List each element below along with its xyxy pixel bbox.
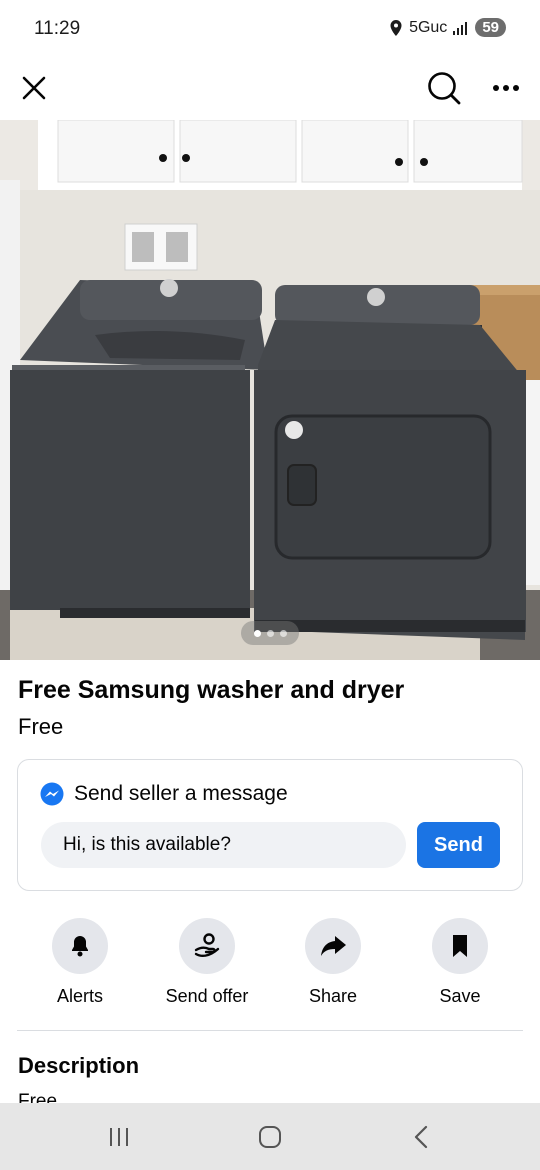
listing-photo[interactable]	[0, 120, 540, 660]
bookmark-icon	[453, 935, 467, 957]
message-card-title: Send seller a message	[74, 782, 288, 805]
close-button[interactable]	[10, 64, 58, 112]
message-input-value: Hi, is this available?	[63, 834, 231, 855]
listing-actions: Alerts Send offer Share Save	[0, 918, 540, 1018]
description-heading: Description	[18, 1053, 140, 1078]
signal-icon	[453, 21, 468, 35]
alerts-icon-circle	[52, 918, 108, 974]
washer-dryer-photo	[0, 120, 540, 660]
send-offer-icon-circle	[179, 918, 235, 974]
more-horizontal-icon	[493, 85, 519, 91]
section-divider	[17, 1030, 523, 1031]
more-options-button[interactable]	[482, 64, 530, 112]
offer-hand-icon	[194, 933, 220, 958]
message-card-header: Send seller a message	[40, 782, 288, 806]
search-button[interactable]	[420, 64, 468, 112]
home-button[interactable]	[250, 1121, 290, 1153]
description-body: Free	[18, 1091, 58, 1103]
top-nav	[0, 60, 540, 118]
battery-indicator: 59	[475, 18, 506, 37]
back-icon	[414, 1125, 428, 1149]
status-bar: 11:29 5Guc 59	[0, 0, 540, 60]
battery-level: 59	[482, 19, 499, 36]
send-button[interactable]: Send	[417, 822, 500, 868]
bell-icon	[72, 936, 88, 957]
carousel-dot	[279, 629, 287, 637]
message-seller-card: Send seller a message Hi, is this availa…	[17, 759, 523, 891]
status-indicators: 5Guc 59	[389, 18, 506, 37]
recent-apps-button[interactable]	[99, 1121, 139, 1153]
save-label: Save	[439, 986, 481, 1006]
listing-price: Free	[18, 714, 64, 739]
send-offer-button[interactable]: Send offer	[147, 918, 267, 1007]
home-icon	[259, 1126, 281, 1148]
share-label: Share	[308, 986, 358, 1006]
messenger-icon	[40, 782, 64, 806]
listing-title: Free Samsung washer and dryer	[18, 676, 405, 704]
message-input[interactable]: Hi, is this available?	[41, 822, 406, 868]
alerts-label: Alerts	[56, 986, 103, 1006]
search-icon	[428, 72, 461, 105]
share-icon-circle	[305, 918, 361, 974]
back-button[interactable]	[401, 1121, 441, 1153]
save-icon-circle	[432, 918, 488, 974]
share-button[interactable]: Share	[273, 918, 393, 1007]
share-arrow-icon	[321, 936, 346, 956]
system-navigation-bar	[0, 1103, 540, 1170]
location-pin-icon	[390, 19, 402, 36]
carousel-dot-active	[253, 629, 261, 637]
photo-carousel-indicator	[241, 621, 299, 645]
network-type: 5Guc	[409, 18, 448, 36]
alerts-button[interactable]: Alerts	[20, 918, 140, 1007]
recent-apps-icon	[110, 1128, 128, 1146]
carousel-dot	[266, 629, 274, 637]
close-icon	[22, 76, 46, 100]
save-button[interactable]: Save	[400, 918, 520, 1007]
send-offer-label: Send offer	[165, 986, 249, 1006]
status-time: 11:29	[34, 18, 81, 39]
